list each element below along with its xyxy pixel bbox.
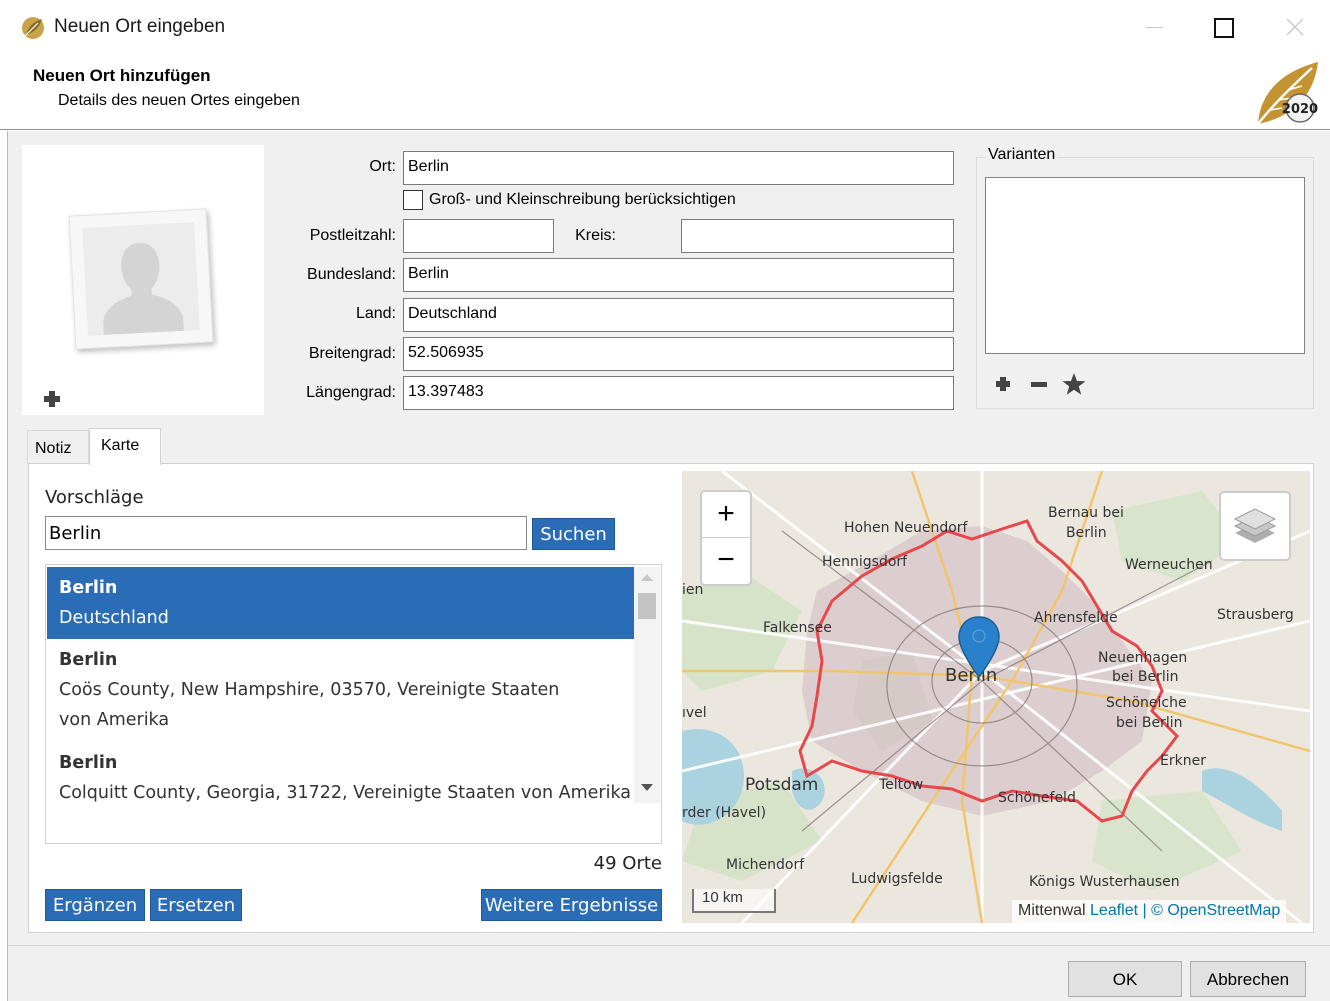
dialog-subheading: Details des neuen Ortes eingeben — [58, 92, 300, 109]
svg-text:Berlin: Berlin — [1066, 525, 1107, 541]
suggestions-label: Vorschläge — [45, 487, 144, 508]
map-view[interactable]: Hohen Neuendorf Hennigsdorf Bernau bei B… — [682, 471, 1310, 923]
layers-icon — [1233, 508, 1277, 543]
svg-text:Ahrensfelde: Ahrensfelde — [1034, 610, 1118, 626]
person-silhouette-icon — [103, 243, 184, 336]
result-item-1[interactable]: Berlin Deutschland — [47, 567, 634, 639]
variants-legend: Varianten — [986, 146, 1058, 164]
svg-text:Berlin: Berlin — [945, 665, 997, 686]
svg-text:rder (Havel): rder (Havel) — [682, 805, 766, 821]
ort-label: Ort: — [369, 158, 396, 175]
layers-button[interactable] — [1219, 491, 1291, 561]
case-sensitive-label: Groß- und Kleinschreibung berücksichtige… — [429, 191, 736, 208]
result-name: Berlin — [59, 650, 118, 670]
postleitzahl-input[interactable] — [403, 219, 554, 253]
results-count: 49 Orte — [593, 853, 662, 874]
map-tiles: Hohen Neuendorf Hennigsdorf Bernau bei B… — [682, 471, 1310, 923]
title-bar: Neuen Ort eingeben — [0, 0, 1330, 56]
zoom-out-button[interactable]: − — [702, 538, 750, 584]
remove-variant-button[interactable] — [1026, 372, 1052, 396]
svg-text:Teltow: Teltow — [878, 777, 923, 793]
search-button[interactable]: Suchen — [532, 518, 615, 550]
maximize-button[interactable] — [1202, 10, 1242, 44]
cancel-button[interactable]: Abbrechen — [1190, 961, 1306, 997]
svg-text:Hohen Neuendorf: Hohen Neuendorf — [844, 520, 969, 536]
svg-text:bei Berlin: bei Berlin — [1116, 715, 1182, 731]
attribution-separator: | © — [1138, 902, 1168, 919]
openstreetmap-link[interactable]: OpenStreetMap — [1167, 902, 1280, 919]
land-label: Land: — [355, 305, 396, 322]
star-variant-button[interactable] — [1061, 372, 1087, 396]
svg-text:Ludwigsfelde: Ludwigsfelde — [851, 871, 943, 887]
leaflet-link[interactable]: Leaflet — [1090, 902, 1138, 919]
zoom-in-button[interactable]: + — [702, 492, 750, 538]
land-input[interactable]: Deutschland — [403, 298, 954, 332]
ort-input[interactable]: Berlin — [403, 151, 954, 185]
close-button[interactable] — [1275, 10, 1315, 44]
result-name: Berlin — [59, 753, 118, 773]
result-name: Berlin — [59, 578, 118, 598]
photo-placeholder — [68, 208, 214, 350]
laengengrad-input[interactable]: 13.397483 — [403, 376, 954, 410]
svg-text:Erkner: Erkner — [1160, 753, 1206, 769]
svg-text:bei Berlin: bei Berlin — [1112, 669, 1178, 685]
result-detail: Deutschland — [59, 608, 169, 628]
svg-text:Falkensee: Falkensee — [763, 620, 832, 636]
svg-text:Hennigsdorf: Hennigsdorf — [822, 554, 908, 570]
zoom-control: + − — [700, 490, 752, 586]
result-detail: Colquitt County, Georgia, 31722, Vereini… — [59, 783, 632, 803]
suggestion-search-input[interactable]: Berlin — [45, 516, 527, 550]
window-title: Neuen Ort eingeben — [54, 16, 226, 37]
map-attribution: Mittenwal Leaflet | © OpenStreetMap — [1012, 900, 1287, 924]
svg-text:Schönefeld: Schönefeld — [998, 790, 1076, 806]
kreis-input[interactable] — [681, 219, 954, 253]
svg-text:Schöneiche: Schöneiche — [1106, 695, 1187, 711]
svg-text:Königs Wusterhausen: Königs Wusterhausen — [1029, 874, 1180, 890]
svg-text:Potsdam: Potsdam — [745, 775, 818, 795]
app-leaf-icon — [22, 17, 44, 39]
breitengrad-label: Breitengrad: — [308, 345, 396, 362]
ergaenzen-button[interactable]: Ergänzen — [45, 889, 145, 921]
dialog-heading: Neuen Ort hinzufügen — [33, 66, 211, 85]
scroll-down-arrow[interactable] — [641, 784, 653, 791]
result-item-3[interactable]: Berlin Colquitt County, Georgia, 31722, … — [47, 748, 634, 818]
left-edge — [0, 131, 8, 1001]
minimize-button[interactable] — [1134, 10, 1174, 44]
svg-text:Werneuchen: Werneuchen — [1125, 557, 1213, 573]
add-photo-button[interactable] — [42, 389, 62, 409]
attribution-place: Mittenwal — [1018, 902, 1086, 919]
add-variant-button[interactable] — [990, 372, 1016, 396]
svg-text:ien: ien — [682, 582, 703, 598]
results-list[interactable]: Berlin Deutschland Berlin Coös County, N… — [45, 564, 662, 844]
ersetzen-button[interactable]: Ersetzen — [150, 889, 242, 921]
scroll-up-arrow[interactable] — [641, 574, 653, 581]
variants-list[interactable] — [985, 177, 1305, 354]
map-scale: 10 km — [692, 889, 776, 913]
svg-text:Michendorf: Michendorf — [726, 857, 805, 873]
bundesland-input[interactable]: Berlin — [403, 258, 954, 292]
scroll-thumb[interactable] — [638, 593, 656, 619]
dialog-header: Neuen Ort hinzufügen Details des neuen O… — [0, 56, 1330, 130]
app-logo-icon: 2020 — [1257, 62, 1318, 125]
svg-text:Neuenhagen: Neuenhagen — [1098, 650, 1187, 666]
result-detail: Coös County, New Hampshire, 03570, Verei… — [59, 680, 560, 730]
svg-text:Strausberg: Strausberg — [1217, 607, 1294, 623]
svg-text:ıvel: ıvel — [682, 705, 707, 721]
svg-text:2020: 2020 — [1282, 102, 1318, 117]
laengengrad-label: Längengrad: — [306, 384, 396, 401]
svg-text:Bernau bei: Bernau bei — [1048, 505, 1124, 521]
result-item-2[interactable]: Berlin Coös County, New Hampshire, 03570… — [47, 645, 634, 745]
breitengrad-input[interactable]: 52.506935 — [403, 337, 954, 371]
kreis-label: Kreis: — [575, 227, 616, 244]
case-sensitive-checkbox[interactable] — [403, 190, 423, 210]
bundesland-label: Bundesland: — [307, 266, 396, 283]
tab-notiz[interactable]: Notiz — [27, 430, 89, 464]
postleitzahl-label: Postleitzahl: — [309, 227, 396, 244]
ok-button[interactable]: OK — [1068, 961, 1182, 997]
tab-karte[interactable]: Karte — [89, 428, 161, 465]
more-results-button[interactable]: Weitere Ergebnisse — [481, 889, 662, 921]
close-icon — [1286, 18, 1304, 36]
